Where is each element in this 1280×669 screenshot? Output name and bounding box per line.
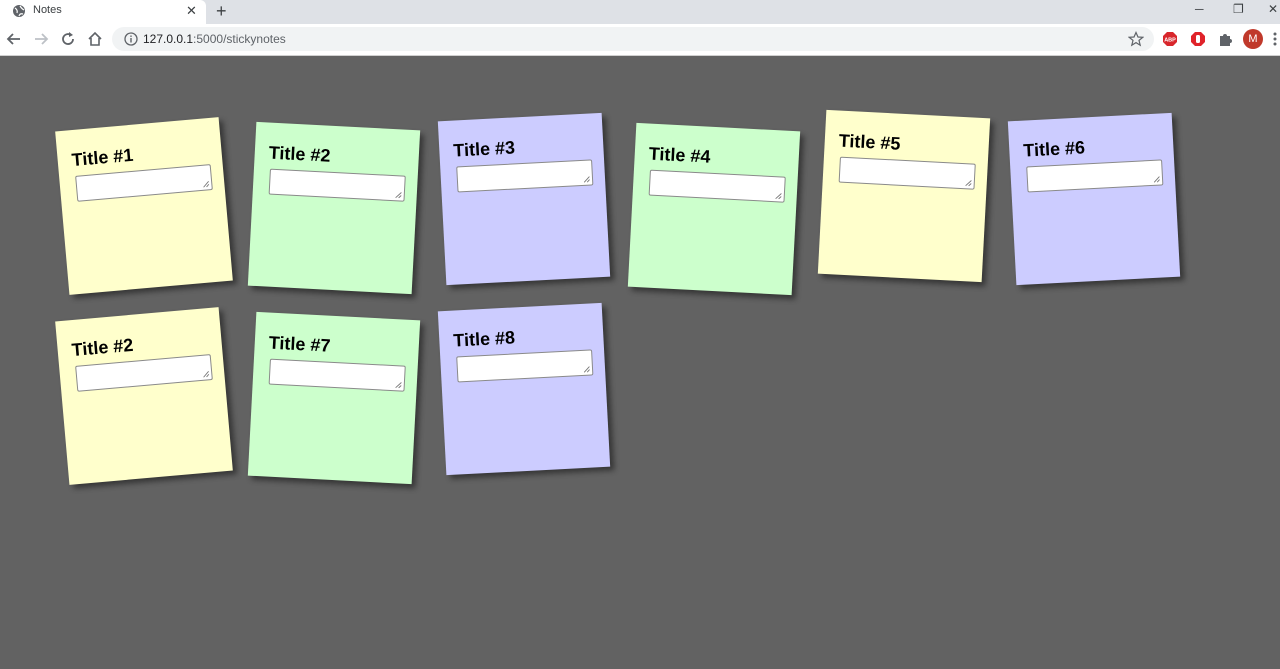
note-textarea[interactable]	[1026, 159, 1164, 193]
url-text: 127.0.0.1:5000/stickynotes	[143, 32, 286, 46]
resize-grip-icon[interactable]	[202, 180, 210, 188]
forward-arrow-icon[interactable]	[32, 30, 50, 48]
bookmark-star-icon[interactable]	[1128, 31, 1144, 47]
sticky-note-1[interactable]: Title #1	[55, 117, 233, 295]
resize-grip-icon[interactable]	[202, 370, 210, 378]
resize-grip-icon[interactable]	[775, 192, 782, 200]
adblock-hand-icon[interactable]	[1190, 31, 1206, 47]
note-title: Title #1	[70, 144, 135, 171]
tab-close-icon[interactable]: ✕	[186, 2, 197, 20]
minimize-button[interactable]: ─	[1195, 1, 1204, 17]
browser-toolbar: 127.0.0.1:5000/stickynotes ABP M	[0, 24, 1280, 56]
url-path: :5000/stickynotes	[193, 32, 286, 46]
restore-button[interactable]: ❐	[1233, 1, 1244, 17]
note-title: Title #8	[452, 327, 516, 351]
sticky-note-3[interactable]: Title #3	[437, 112, 611, 286]
reload-icon[interactable]	[59, 30, 77, 48]
address-bar[interactable]: 127.0.0.1:5000/stickynotes	[112, 27, 1154, 51]
note-textarea[interactable]	[268, 358, 406, 392]
resize-grip-icon[interactable]	[583, 366, 590, 373]
resize-grip-icon[interactable]	[965, 179, 972, 187]
profile-avatar[interactable]: M	[1243, 29, 1263, 49]
note-textarea[interactable]	[648, 169, 786, 203]
tab-notes[interactable]: Notes ✕	[0, 0, 206, 24]
note-title: Title #5	[838, 130, 901, 154]
puzzle-extensions-icon[interactable]	[1217, 31, 1233, 47]
adblock-plus-icon[interactable]: ABP	[1162, 31, 1178, 47]
back-arrow-icon[interactable]	[5, 30, 23, 48]
note-textarea[interactable]	[75, 354, 213, 392]
note-title: Title #2	[268, 142, 331, 166]
sticky-note-2[interactable]: Title #2	[247, 121, 421, 295]
sticky-note-7[interactable]: Title #2	[55, 307, 233, 485]
home-icon[interactable]	[86, 30, 104, 48]
tab-strip: Notes ✕ + ─ ❐ ✕	[0, 0, 1280, 24]
sticky-note-6[interactable]: Title #6	[1007, 112, 1181, 286]
note-textarea[interactable]	[838, 156, 976, 190]
note-title: Title #6	[1022, 137, 1086, 161]
resize-grip-icon[interactable]	[583, 176, 590, 183]
resize-grip-icon[interactable]	[395, 381, 402, 389]
note-title: Title #3	[452, 137, 516, 161]
note-title: Title #7	[268, 332, 331, 356]
info-icon[interactable]	[124, 32, 138, 46]
note-title: Title #4	[648, 143, 711, 167]
window-close-button[interactable]: ✕	[1268, 1, 1278, 17]
resize-grip-icon[interactable]	[1153, 176, 1160, 183]
sticky-note-4[interactable]: Title #4	[627, 122, 801, 296]
url-host: 127.0.0.1	[143, 32, 194, 46]
new-tab-button[interactable]: +	[216, 1, 227, 21]
globe-icon	[13, 5, 25, 17]
sticky-notes-board: Title #1 Title #2 Title #3 Title #4 Titl…	[0, 56, 1280, 669]
note-title: Title #2	[70, 334, 135, 361]
note-textarea[interactable]	[75, 164, 213, 202]
resize-grip-icon[interactable]	[395, 191, 402, 199]
note-textarea[interactable]	[268, 168, 406, 202]
sticky-note-8[interactable]: Title #7	[247, 311, 421, 485]
note-textarea[interactable]	[456, 159, 594, 193]
kebab-menu-icon[interactable]	[1273, 31, 1277, 47]
note-textarea[interactable]	[456, 349, 594, 383]
svg-text:ABP: ABP	[1164, 38, 1176, 44]
sticky-note-9[interactable]: Title #8	[437, 302, 611, 476]
sticky-note-5[interactable]: Title #5	[817, 109, 991, 283]
tab-title: Notes	[33, 4, 62, 16]
